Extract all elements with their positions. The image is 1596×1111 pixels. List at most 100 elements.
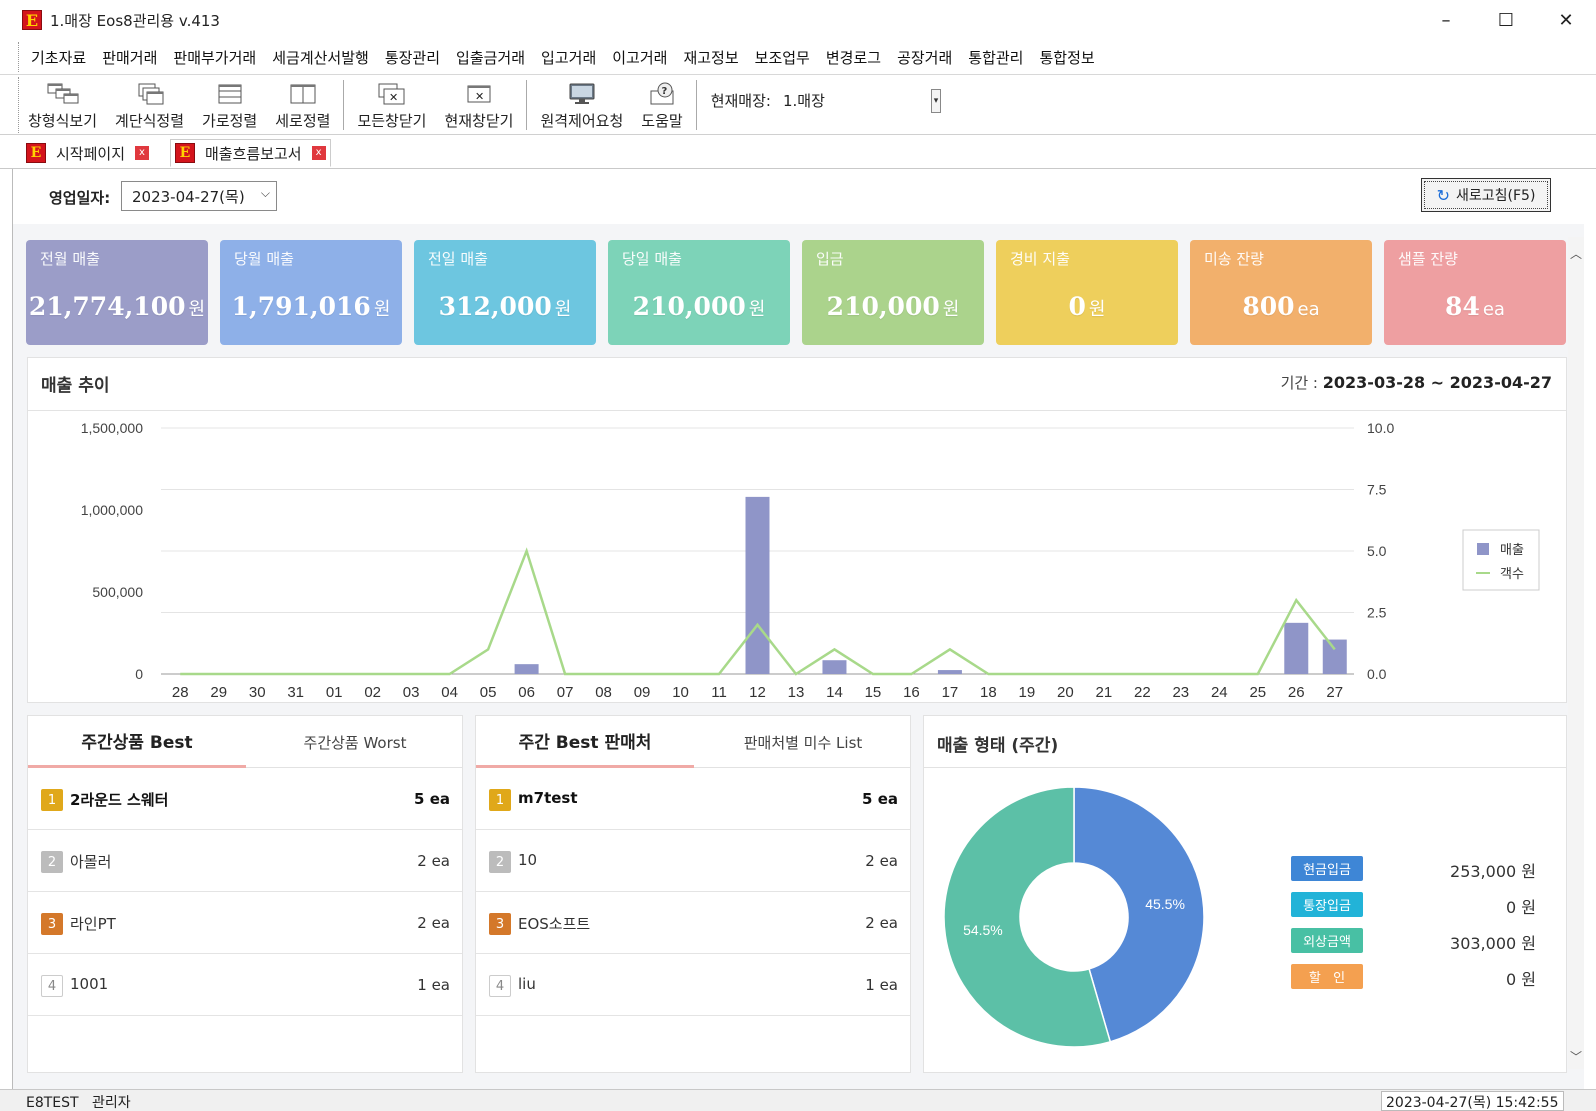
current-store-label: 현재매장: (710, 91, 771, 110)
x-tick-label: 17 (942, 684, 959, 701)
list-item[interactable]: 4 1001 1 ea (28, 955, 462, 1016)
y-right-tick-label: 2.5 (1367, 605, 1387, 621)
y-left-tick-label: 1,000,000 (81, 502, 143, 518)
legend-bank-value: 0 원 (1506, 898, 1536, 917)
menu-item-transfer[interactable]: 이고거래 (612, 47, 667, 68)
legend-label-customers: 객수 (1500, 566, 1524, 581)
cascade-icon (133, 81, 167, 107)
vertical-scrollbar[interactable] (1568, 237, 1584, 1069)
menu-item-basic-data[interactable]: 기초자료 (31, 47, 86, 68)
sales-trend-panel: 매출 추이 기간 : 2023-03-28 ~ 2023-04-27 0.0 2.… (27, 357, 1567, 703)
x-tick-label: 24 (1211, 684, 1228, 701)
legend-discount-value: 0 원 (1506, 970, 1536, 989)
y-left-tick-label: 0 (135, 666, 143, 682)
tab-weekly-best-vendor[interactable]: 주간 Best 판매처 (476, 716, 694, 768)
maximize-button[interactable]: ☐ (1476, 0, 1536, 40)
close-icon[interactable]: x (311, 146, 326, 160)
tab-weekly-product-worst[interactable]: 주간상품 Worst (246, 716, 464, 768)
menu-item-cash-inout[interactable]: 입출금거래 (456, 47, 525, 68)
x-tick-label: 04 (441, 684, 458, 701)
svg-text:?: ? (661, 86, 667, 97)
store-dropdown-button[interactable]: ▾ (930, 89, 941, 113)
scroll-down-icon[interactable]: ﹀ (1570, 1048, 1582, 1065)
x-tick-label: 05 (480, 684, 497, 701)
stat-card-this-month-sales: 당월 매출 1,791,016 원 (220, 240, 402, 345)
close-button[interactable]: ✕ (1536, 0, 1596, 40)
list-item[interactable]: 1 m7test 5 ea (476, 769, 910, 830)
close-window-icon: ✕ (462, 81, 496, 107)
business-date-label: 영업일자: (49, 189, 111, 207)
bar (1322, 639, 1347, 674)
monitor-icon (565, 81, 599, 107)
menu-item-tax-invoice[interactable]: 세금계산서발행 (272, 47, 369, 68)
window-view-button[interactable]: 창형식보기 (19, 77, 106, 133)
legend-cash: 현금입금 (1291, 856, 1363, 881)
x-tick-label: 15 (865, 684, 882, 701)
y-left-tick-label: 500,000 (92, 584, 143, 600)
refresh-icon: ↻ (1436, 185, 1450, 205)
chevron-down-icon: ⌵ (260, 186, 270, 200)
menu-item-bank[interactable]: 통장관리 (385, 47, 440, 68)
current-user: E8TEST 관리자 (26, 1095, 131, 1111)
x-tick-label: 06 (518, 684, 535, 701)
legend-label-sales: 매출 (1500, 542, 1524, 557)
close-icon[interactable]: x (135, 146, 150, 160)
list-item[interactable]: 4 liu 1 ea (476, 955, 910, 1016)
scroll-up-icon[interactable]: ︿ (1570, 245, 1582, 262)
x-tick-label: 27 (1326, 684, 1343, 701)
close-all-button[interactable]: ✕ 모든창닫기 (348, 77, 435, 133)
sales-type-panel: 매출 형태 (주간) 45.5% 54.5% 현금입금 253,000 원 통장입… (923, 715, 1567, 1073)
y-right-tick-label: 10.0 (1367, 420, 1394, 436)
sales-type-title: 매출 형태 (주간) (937, 736, 1059, 756)
list-item[interactable]: 2 아몰러 2 ea (28, 831, 462, 892)
bar (745, 496, 770, 674)
menu-item-stock[interactable]: 재고정보 (683, 47, 738, 68)
tab-start-page[interactable]: E 시작페이지 x (22, 139, 150, 167)
tile-horizontal-button[interactable]: 가로정렬 (193, 77, 266, 133)
close-current-button[interactable]: ✕ 현재창닫기 (435, 77, 522, 133)
weekly-vendor-panel: 주간 Best 판매처 판매처별 미수 List 1 m7test 5 ea 2… (475, 715, 911, 1073)
svg-text:✕: ✕ (475, 90, 484, 103)
menu-item-changelog[interactable]: 변경로그 (826, 47, 881, 68)
x-tick-label: 01 (326, 684, 343, 701)
status-clock: 2023-04-27(목) 15:42:55 (1381, 1091, 1564, 1111)
menu-item-sales-extra[interactable]: 판매부가거래 (173, 47, 256, 68)
menu-item-receiving[interactable]: 입고거래 (541, 47, 596, 68)
tab-vendor-receivables[interactable]: 판매처별 미수 List (694, 716, 912, 768)
business-date-select[interactable]: 2023-04-27(목) ⌵ (121, 181, 277, 211)
tile-vertical-button[interactable]: 세로정렬 (266, 77, 339, 133)
refresh-button[interactable]: ↻ 새로고침(F5) (1421, 178, 1551, 212)
stat-card-prev-month-sales: 전월 매출 21,774,100 원 (26, 240, 208, 345)
remote-control-button[interactable]: 원격제어요청 (531, 77, 632, 133)
minimize-button[interactable]: – (1416, 0, 1476, 40)
menu-item-sales[interactable]: 판매거래 (102, 47, 157, 68)
cascade-button[interactable]: 계단식정렬 (106, 77, 193, 133)
list-item[interactable]: 3 라인PT 2 ea (28, 893, 462, 954)
chart-legend (1462, 529, 1540, 591)
x-tick-label: 18 (980, 684, 997, 701)
menu-item-aux[interactable]: 보조업무 (755, 47, 810, 68)
list-item[interactable]: 2 10 2 ea (476, 831, 910, 892)
y-left-tick-label: 1,500,000 (81, 420, 143, 436)
list-item[interactable]: 3 EOS소프트 2 ea (476, 893, 910, 954)
x-tick-label: 28 (172, 684, 189, 701)
filter-bar: 영업일자: 2023-04-27(목) ⌵ ↻ 새로고침(F5) (13, 169, 1585, 224)
list-item[interactable]: 1 2라운드 스웨터 5 ea (28, 769, 462, 830)
title-bar: E 1.매장 Eos8관리용 v.413 – ☐ ✕ (0, 0, 1596, 40)
x-tick-label: 21 (1096, 684, 1113, 701)
x-tick-label: 19 (1019, 684, 1036, 701)
help-icon: ? (645, 81, 679, 107)
stat-card-expense: 경비 지출 0원 (996, 240, 1178, 345)
tile-horizontal-icon (213, 81, 247, 107)
menu-item-integrated-mgmt[interactable]: 통합관리 (968, 47, 1023, 68)
tab-sales-flow-report[interactable]: E 매출흐름보고서 x (170, 139, 331, 167)
menu-item-factory[interactable]: 공장거래 (897, 47, 952, 68)
x-tick-label: 20 (1057, 684, 1074, 701)
x-tick-label: 11 (711, 684, 727, 701)
help-button[interactable]: ? 도움말 (632, 77, 691, 133)
windows-icon (46, 81, 80, 107)
tab-weekly-product-best[interactable]: 주간상품 Best (28, 716, 246, 768)
close-all-icon: ✕ (375, 81, 409, 107)
toolbar: 창형식보기 계단식정렬 가로정렬 세로정렬 ✕ 모든창닫기 ✕ 현재창닫기 원격… (18, 77, 941, 133)
menu-item-integrated-info[interactable]: 통합정보 (1039, 47, 1094, 68)
